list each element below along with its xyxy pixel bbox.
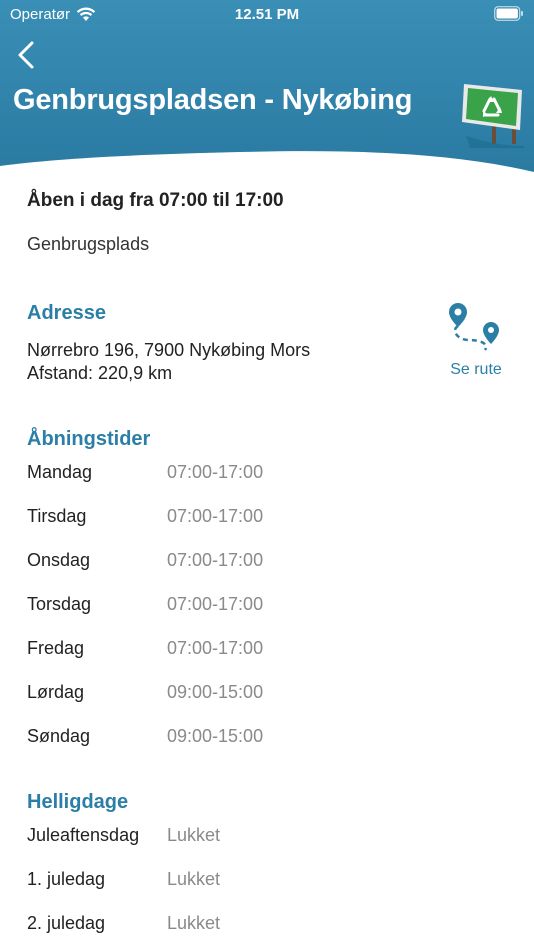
holiday-status: Lukket: [167, 869, 221, 889]
opening-hours-row: Torsdag 07:00-17:00: [27, 594, 507, 618]
hours-value: 07:00-17:00: [167, 506, 264, 526]
status-bar: Operatør 12.51 PM: [0, 0, 534, 30]
opening-hours-row: Mandag 07:00-17:00: [27, 462, 507, 486]
battery-icon: [494, 6, 524, 25]
holiday-status: Lukket: [167, 913, 221, 933]
holiday-status: Lukket: [167, 825, 221, 845]
hours-value: 09:00-15:00: [167, 726, 264, 746]
address-street[interactable]: Nørrebro 196, 7900 Nykøbing Mors: [27, 340, 310, 361]
holiday-row: Juleaftensdag Lukket: [27, 825, 507, 849]
holiday-label: 2. juledag: [27, 913, 106, 933]
opening-hours-row: Tirsdag 07:00-17:00: [27, 506, 507, 530]
opening-hours-row: Onsdag 07:00-17:00: [27, 550, 507, 574]
hours-value: 07:00-17:00: [167, 550, 264, 570]
opening-hours-row: Lørdag 09:00-15:00: [27, 682, 507, 706]
recycle-sign-icon: [460, 76, 526, 153]
day-label: Tirsdag: [27, 506, 87, 526]
holiday-label: 1. juledag: [27, 869, 106, 889]
route-label: Se rute: [450, 361, 502, 378]
address-distance: Afstand: 220,9 km: [27, 363, 173, 383]
holiday-row: 1. juledag Lukket: [27, 869, 507, 893]
day-label: Søndag: [27, 726, 91, 746]
route-map-pin-icon: [449, 303, 499, 351]
hours-value: 09:00-15:00: [167, 682, 264, 702]
page-title: Genbrugspladsen - Nykøbing: [13, 84, 413, 116]
header: Operatør 12.51 PM Genbrugspladsen - Nykø…: [0, 0, 534, 180]
holidays-heading: Helligdage: [27, 791, 129, 813]
back-button[interactable]: [14, 40, 42, 70]
route-button[interactable]: Se rute: [445, 300, 507, 379]
day-label: Onsdag: [27, 550, 91, 570]
day-label: Fredag: [27, 638, 85, 658]
facility-type: Genbrugsplads: [27, 234, 150, 254]
hours-value: 07:00-17:00: [167, 594, 264, 614]
hours-value: 07:00-17:00: [167, 462, 264, 482]
day-label: Mandag: [27, 462, 93, 482]
opening-hours-heading: Åbningstider: [27, 428, 151, 450]
day-label: Lørdag: [27, 682, 85, 702]
hours-value: 07:00-17:00: [167, 638, 264, 658]
status-time: 12.51 PM: [234, 6, 300, 23]
chevron-left-icon: [18, 41, 34, 69]
holiday-label: Juleaftensdag: [27, 825, 140, 845]
opening-hours-row: Fredag 07:00-17:00: [27, 638, 507, 662]
opening-hours-row: Søndag 09:00-15:00: [27, 726, 507, 750]
day-label: Torsdag: [27, 594, 92, 614]
holiday-row: 2. juledag Lukket: [27, 913, 507, 937]
address-heading: Adresse: [27, 302, 106, 324]
today-opening-status: Åben i dag fra 07:00 til 17:00: [27, 190, 284, 211]
